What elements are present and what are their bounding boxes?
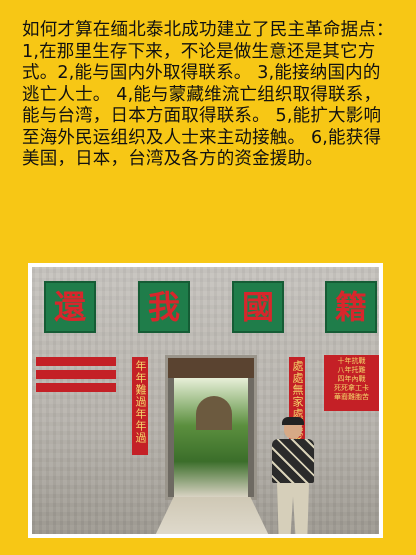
- couplet-left-text: 年年難過年年過: [134, 360, 147, 444]
- gate-view: [174, 378, 248, 497]
- person-pants: [277, 483, 309, 534]
- notice-banner: [36, 357, 116, 366]
- sign-char-2: 我: [147, 288, 180, 326]
- sign-board-3: 國: [232, 281, 284, 333]
- photo-frame: 還 我 國 籍 年年難過年年過 處處無家處處家 十年抗戰 八年托難 四年內戰 死…: [28, 263, 383, 538]
- post-text: 如何才算在缅北泰北成功建立了民主革命据点： 1,在那里生存下来，不论是做生意还是…: [22, 20, 394, 169]
- gateway: [165, 355, 257, 500]
- thatched-hut: [196, 396, 232, 430]
- sign-board-2: 我: [138, 281, 190, 333]
- sign-board-4: 籍: [325, 281, 377, 333]
- dirt-path: [152, 497, 272, 534]
- notice-line-5: 華裔難胞苦: [334, 393, 369, 401]
- notice-line-2: 八年托難: [337, 366, 366, 374]
- sign-board-1: 還: [44, 281, 96, 333]
- person-figure: [268, 417, 318, 534]
- sign-char-1: 還: [53, 288, 86, 326]
- sign-char-4: 籍: [334, 288, 367, 326]
- notice-banner: [36, 383, 116, 392]
- gate-lintel: [168, 358, 254, 378]
- notice-right: 十年抗戰 八年托難 四年內戰 死死拿工卡 華裔難胞苦: [324, 355, 379, 411]
- village-gate-photo: 還 我 國 籍 年年難過年年過 處處無家處處家 十年抗戰 八年托難 四年內戰 死…: [32, 267, 379, 534]
- sign-char-3: 國: [241, 288, 274, 326]
- person-cap: [282, 417, 304, 425]
- notice-line-1: 十年抗戰: [337, 357, 366, 365]
- person-shirt: [272, 439, 314, 483]
- notice-line-4: 死死拿工卡: [334, 384, 369, 392]
- couplet-left: 年年難過年年過: [132, 357, 148, 455]
- notice-line-3: 四年內戰: [337, 375, 366, 383]
- notice-banner: [36, 370, 116, 379]
